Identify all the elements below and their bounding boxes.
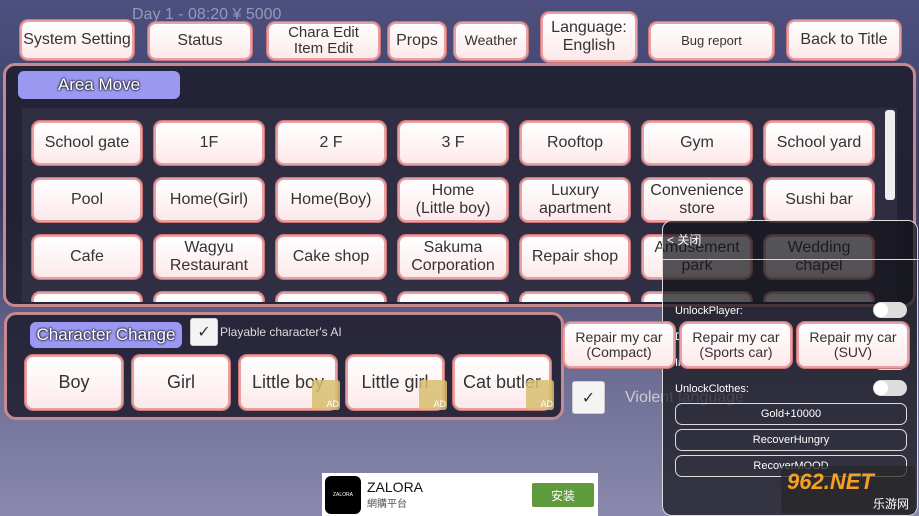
area-button[interactable]: Convenience store bbox=[642, 178, 752, 222]
ad-brand: ZALORA bbox=[367, 479, 424, 495]
character-change-title: Character Change bbox=[30, 322, 182, 348]
ad-install-button[interactable]: 安装 bbox=[532, 483, 594, 507]
ad-banner[interactable]: ZALORA ZALORA 網購平台 安装 bbox=[322, 473, 598, 516]
repair-car-button[interactable]: Repair my car (SUV) bbox=[797, 322, 909, 368]
area-button[interactable]: Rooftop bbox=[520, 121, 630, 165]
area-move-title: Area Move bbox=[18, 71, 180, 99]
top-button-3[interactable]: Props bbox=[388, 22, 446, 60]
area-button[interactable]: Repair shop bbox=[520, 235, 630, 279]
mod-action-button[interactable]: RecoverHungry bbox=[675, 429, 907, 451]
area-button[interactable]: 2 F bbox=[276, 121, 386, 165]
watermark-logo: 962.NET 乐游网 bbox=[781, 466, 915, 514]
area-button[interactable]: Cafe bbox=[32, 235, 142, 279]
ad-lock-icon: AD bbox=[526, 380, 554, 410]
watermark-sub: 乐游网 bbox=[872, 497, 909, 511]
top-button-1[interactable]: Status bbox=[148, 22, 252, 60]
top-button-5[interactable]: Language: English bbox=[541, 12, 637, 62]
top-button-2[interactable]: Chara Edit Item Edit bbox=[267, 22, 380, 60]
area-button[interactable]: School yard bbox=[764, 121, 874, 165]
area-button[interactable] bbox=[520, 292, 630, 302]
violent-language-checkbox[interactable]: ✓ bbox=[572, 381, 605, 414]
top-button-0[interactable]: System Setting bbox=[20, 20, 134, 60]
mod-close-button[interactable]: < 关闭 bbox=[667, 231, 701, 248]
mod-toggle-switch[interactable] bbox=[873, 380, 907, 396]
mod-action-button[interactable]: Gold+10000 bbox=[675, 403, 907, 425]
area-button[interactable]: Luxury apartment bbox=[520, 178, 630, 222]
character-button[interactable]: Boy bbox=[25, 355, 123, 410]
area-button[interactable]: Home (Little boy) bbox=[398, 178, 508, 222]
area-button[interactable]: School gate bbox=[32, 121, 142, 165]
zalora-logo: ZALORA bbox=[325, 475, 361, 514]
area-button[interactable]: 3 F bbox=[398, 121, 508, 165]
area-button[interactable]: 1F bbox=[154, 121, 264, 165]
area-button[interactable]: Wagyu Restaurant bbox=[154, 235, 264, 279]
mod-toggle-label: UnlockClothes: bbox=[675, 383, 749, 395]
playable-ai-checkbox[interactable]: ✓ bbox=[190, 318, 218, 346]
area-button[interactable]: Pool bbox=[32, 178, 142, 222]
repair-car-button[interactable]: Repair my car (Compact) bbox=[563, 322, 675, 368]
ad-lock-icon: AD bbox=[312, 380, 340, 410]
area-button[interactable]: Police station bbox=[398, 292, 508, 302]
repair-car-button[interactable]: Repair my car (Sports car) bbox=[680, 322, 792, 368]
top-button-7[interactable]: Back to Title bbox=[787, 20, 901, 60]
area-button[interactable]: Sakuma Corporation bbox=[398, 235, 508, 279]
playable-ai-label: Playable character's AI bbox=[220, 325, 342, 339]
area-button[interactable] bbox=[154, 292, 264, 302]
mod-toggle-label: UnlockPlayer: bbox=[675, 305, 743, 317]
divider bbox=[663, 259, 919, 260]
ad-subtitle: 網購平台 bbox=[367, 499, 407, 510]
area-button[interactable] bbox=[276, 292, 386, 302]
top-button-4[interactable]: Weather bbox=[454, 22, 528, 60]
area-button[interactable]: Home(Boy) bbox=[276, 178, 386, 222]
mod-toggle-switch[interactable] bbox=[873, 302, 907, 318]
area-button[interactable]: Gym bbox=[642, 121, 752, 165]
area-button[interactable] bbox=[32, 292, 142, 302]
top-button-6[interactable]: Bug report bbox=[649, 22, 774, 60]
character-button[interactable]: Girl bbox=[132, 355, 230, 410]
ad-lock-icon: AD bbox=[419, 380, 447, 410]
area-scrollbar[interactable] bbox=[885, 110, 895, 200]
area-button[interactable]: Sushi bar bbox=[764, 178, 874, 222]
watermark-text: 962.NET bbox=[787, 469, 874, 494]
area-button[interactable]: Home(Girl) bbox=[154, 178, 264, 222]
area-button[interactable]: Cake shop bbox=[276, 235, 386, 279]
